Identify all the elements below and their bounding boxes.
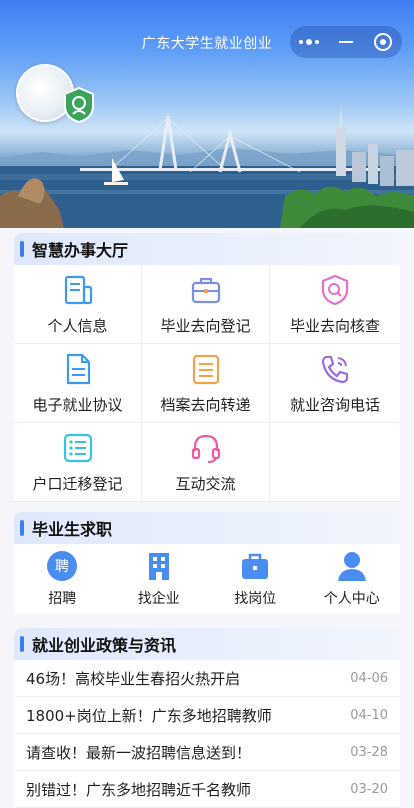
- more-dots-icon: [298, 39, 319, 45]
- personal-center-button[interactable]: 个人中心: [304, 544, 401, 614]
- mini-program-capsule: [290, 26, 402, 58]
- find-position-button[interactable]: 找岗位: [207, 544, 304, 614]
- building-icon: [148, 553, 169, 580]
- service-empty-cell: [270, 423, 400, 502]
- news-list: 46场！高校毕业生春招火热开启 04-06 1800+岗位上新！广东多地招聘教师…: [14, 660, 400, 808]
- section-header: 毕业生求职: [14, 512, 400, 544]
- job-seeking-menu: 聘 招聘 找企业 找岗位 个人中心: [14, 544, 400, 614]
- user-icon: [337, 552, 366, 581]
- service-grid: 个人信息 毕业去向登记 毕业去向核查 电子就业协议 档案去向转递 就业咨询电话 …: [14, 265, 400, 502]
- service-graduation-verification[interactable]: 毕业去向核查: [270, 265, 400, 344]
- news-date: 03-28: [350, 744, 388, 760]
- news-item[interactable]: 请查收！最新一波招聘信息送到！ 03-28: [14, 734, 400, 771]
- find-company-button[interactable]: 找企业: [111, 544, 208, 614]
- news-section: 就业创业政策与资讯 46场！高校毕业生春招火热开启 04-06 1800+岗位上…: [14, 628, 400, 808]
- news-date: 03-20: [350, 781, 388, 797]
- news-date: 04-06: [350, 670, 388, 686]
- news-title: 1800+岗位上新！广东多地招聘教师: [26, 706, 272, 725]
- section-title: 毕业生求职: [32, 520, 113, 539]
- list-icon: [63, 433, 92, 462]
- section-title: 就业创业政策与资讯: [32, 636, 177, 655]
- section-header: 就业创业政策与资讯: [14, 628, 400, 660]
- briefcase-icon: [191, 277, 220, 303]
- minus-icon: [338, 41, 353, 43]
- minimize-button[interactable]: [327, 26, 364, 58]
- recruit-icon: 聘: [47, 551, 78, 581]
- section-title: 智慧办事大厅: [32, 241, 129, 260]
- news-date: 04-10: [350, 707, 388, 723]
- svg-text:聘: 聘: [55, 559, 69, 575]
- service-interaction[interactable]: 互动交流: [142, 423, 270, 502]
- section-accent-bar: [20, 636, 24, 652]
- news-title: 别错过！广东多地招聘近千名教师: [26, 780, 252, 799]
- briefcase-icon: [242, 553, 269, 579]
- close-button[interactable]: [365, 26, 402, 58]
- section-header: 智慧办事大厅: [14, 233, 400, 265]
- more-button[interactable]: [290, 26, 327, 58]
- news-item[interactable]: 别错过！广东多地招聘近千名教师 03-20: [14, 771, 400, 808]
- shield-search-icon: [321, 274, 349, 305]
- service-consult-phone[interactable]: 就业咨询电话: [270, 344, 400, 423]
- target-icon: [374, 33, 393, 51]
- service-e-agreement[interactable]: 电子就业协议: [14, 344, 142, 423]
- phone-icon: [321, 355, 349, 383]
- service-personal-info[interactable]: 个人信息: [14, 265, 142, 344]
- employment-badge-icon: [64, 86, 94, 124]
- header-banner: 广东大学生就业创业: [0, 0, 414, 228]
- service-hukou-registration[interactable]: 户口迁移登记: [14, 423, 142, 502]
- news-item[interactable]: 1800+岗位上新！广东多地招聘教师 04-10: [14, 697, 400, 734]
- news-title: 请查收！最新一波招聘信息送到！: [26, 743, 252, 762]
- section-accent-bar: [20, 241, 24, 257]
- news-item[interactable]: 46场！高校毕业生春招火热开启 04-06: [14, 660, 400, 697]
- job-seeking-section: 毕业生求职 聘 招聘 找企业 找岗位 个人中心: [14, 512, 400, 614]
- service-archive-transfer[interactable]: 档案去向转递: [142, 344, 270, 423]
- recruit-button[interactable]: 聘 招聘: [14, 544, 111, 614]
- service-graduation-registration[interactable]: 毕业去向登记: [142, 265, 270, 344]
- section-accent-bar: [20, 520, 24, 536]
- service-hall-section: 智慧办事大厅 个人信息 毕业去向登记 毕业去向核查 电子就业协议 档案去向转递 …: [14, 233, 400, 502]
- document-icon: [66, 353, 90, 384]
- personal-info-icon: [64, 275, 92, 304]
- archive-icon: [192, 354, 219, 384]
- headset-icon: [191, 434, 220, 463]
- news-title: 46场！高校毕业生春招火热开启: [26, 669, 241, 688]
